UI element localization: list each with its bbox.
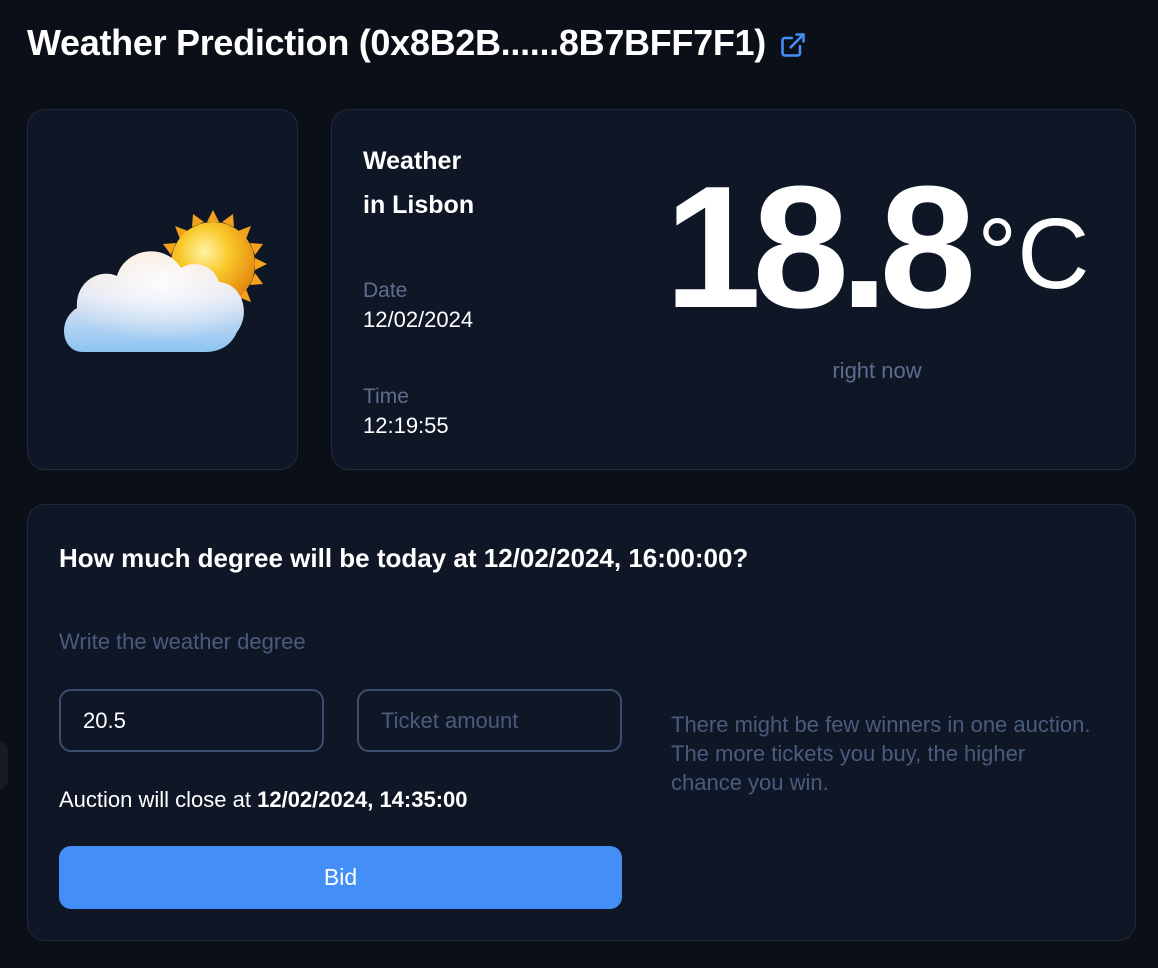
weather-icon-card <box>27 109 298 470</box>
auction-close-datetime: 12/02/2024, 14:35:00 <box>257 787 468 812</box>
hint-line: There might be few winners in one auctio… <box>671 712 1091 737</box>
page-title: Weather Prediction (0x8B2B......8B7BFF7F… <box>27 22 766 63</box>
prediction-question: How much degree will be today at 12/02/2… <box>59 543 749 573</box>
current-weather-card: Weather in Lisbon Date 12/02/2024 Time 1… <box>331 109 1136 470</box>
date-label: Date <box>363 279 408 302</box>
temperature-caption: right now <box>832 358 922 383</box>
location-title: Weather <box>363 147 462 175</box>
partly-cloudy-icon <box>53 202 273 377</box>
auction-close-info: Auction will close at 12/02/2024, 14:35:… <box>59 787 468 813</box>
temperature-unit: °C <box>977 198 1090 310</box>
auction-hint: There might be few winners in one auctio… <box>671 710 1091 797</box>
date-value: 12/02/2024 <box>363 307 474 332</box>
degree-input[interactable] <box>59 689 324 752</box>
prediction-card: How much degree will be today at 12/02/2… <box>27 504 1136 941</box>
page: Weather Prediction (0x8B2B......8B7BFF7F… <box>0 0 1158 968</box>
degree-input-label: Write the weather degree <box>59 629 306 654</box>
time-label: Time <box>363 385 409 408</box>
bid-button[interactable]: Bid <box>59 846 622 909</box>
header: Weather Prediction (0x8B2B......8B7BFF7F… <box>27 22 808 64</box>
location-city: in Lisbon <box>363 191 475 219</box>
external-link-icon[interactable] <box>778 30 808 60</box>
hint-line: The more tickets you buy, the higher cha… <box>671 741 1026 795</box>
edge-tab[interactable] <box>0 740 8 790</box>
temperature-display: 18.8 °C <box>652 160 1102 334</box>
ticket-amount-input[interactable] <box>357 689 622 752</box>
time-value: 12:19:55 <box>363 413 449 438</box>
temperature-value: 18.8 <box>664 149 977 344</box>
auction-close-label: Auction will close at <box>59 787 251 812</box>
